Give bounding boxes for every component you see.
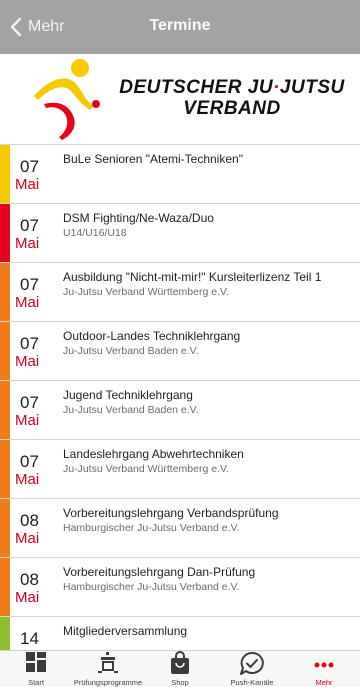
tab-shop[interactable]: Shop [144,651,216,687]
event-list-item[interactable]: 14MaiMitgliederversammlung [0,617,360,651]
event-organizer: Ju-Jutsu Verband Württemberg e.V. [63,463,229,475]
event-text: Outdoor-Landes Techniklehrgang Ju-Jutsu V… [63,329,342,357]
brand-wordmark: DEUTSCHER JU·JUTSU VERBAND [119,77,345,119]
event-day: 08 [20,511,39,530]
event-text: Landeslehrgang Abwehrtechniken Ju-Jutsu V… [63,447,342,475]
category-color-bar [0,440,10,498]
event-title: Vorbereitungslehrgang Dan-Prüfung [63,565,256,579]
event-organizer: Ju-Jutsu Verband Baden e.V. [63,345,199,357]
event-month: Mai [15,176,40,193]
shopping-bag-icon [171,651,189,674]
event-list-item[interactable]: 08 Mai Vorbereitungslehrgang Dan-Prüfung Ha… [0,558,360,617]
event-list-item[interactable]: 07 Mai DSM Fighting/Ne-Waza/Duo U14/U16/U18 [0,204,360,263]
tab-pruefungsprogramme[interactable]: Prüfungsprogramme [72,651,144,687]
category-color-bar [0,322,10,380]
category-color-bar [0,204,10,262]
event-list-item[interactable]: 07 Mai Outdoor-Landes Techniklehrgang Ju-Ju… [0,322,360,381]
event-month: Mai [15,471,40,488]
event-day: 07 [20,157,39,176]
event-title: DSM Fighting/Ne-Waza/Duo [63,211,214,225]
event-title: Vorbereitungslehrgang Verbandsprüfung [63,506,279,520]
event-month: Mai [15,412,40,429]
event-title: Landeslehrgang Abwehrtechniken [63,447,244,461]
event-organizer: Ju-Jutsu Verband Baden e.V. [63,404,199,416]
tab-mehr[interactable]: Mehr [288,651,360,687]
event-list-item[interactable]: 08 Mai Vorbereitungslehrgang Verbandsprüfu… [0,499,360,558]
event-title: Mitgliederversammlung [63,624,188,638]
event-day: 07 [20,275,39,294]
tab-bar: Start Prüfungsprogramme Shop Push-Kanäle… [0,650,360,687]
tab-push-kanaele[interactable]: Push-Kanäle [216,651,288,687]
event-list-item[interactable]: 07 Mai Ausbildung "Nicht-mit-mir!" Kurslei… [0,263,360,322]
event-text: Ausbildung "Nicht-mit-mir!" Kursleiterli… [63,270,342,298]
event-month: Mai [15,530,40,547]
category-color-bar [0,499,10,557]
tab-start[interactable]: Start [0,651,72,687]
event-list-item[interactable]: 07 Mai Landeslehrgang Abwehrtechniken Ju-Ju… [0,440,360,499]
brand-header: DEUTSCHER JU·JUTSU VERBAND [0,54,360,144]
event-organizer: Hamburgischer Ju-Jutsu Verband e.V. [63,522,240,534]
more-dots-icon [314,662,334,668]
event-title: Outdoor-Landes Techniklehrgang [63,329,241,343]
event-day: 07 [20,334,39,353]
event-month: Mai [15,235,40,252]
category-color-bar [0,263,10,321]
event-text: Jugend Techniklehrgang Ju-Jutsu Verband B… [63,388,342,416]
event-title: Jugend Techniklehrgang [63,388,193,402]
event-title: BuLe Senioren "Atemi-Techniken" [63,152,243,166]
category-color-bar [0,558,10,616]
event-organizer: Ju-Jutsu Verband Württemberg e.V. [63,286,229,298]
grid-icon [26,652,46,672]
event-month: Mai [15,353,40,370]
event-list-item[interactable]: 07 Mai Jugend Techniklehrgang Ju-Jutsu Verb… [0,381,360,440]
category-color-bar [0,381,10,439]
event-day: 07 [20,216,39,235]
event-organizer: Hamburgischer Ju-Jutsu Verband e.V. [63,581,240,593]
event-list-item[interactable]: 07 Mai BuLe Senioren "Atemi-Techniken" [0,145,360,204]
event-day: 08 [20,570,39,589]
event-title: Ausbildung "Nicht-mit-mir!" Kursleiterli… [63,270,322,284]
event-day: 07 [20,452,39,471]
event-text: Vorbereitungslehrgang Dan-Prüfung Hamburg… [63,565,342,593]
event-list: 07 Mai BuLe Senioren "Atemi-Techniken" 07 Ma… [0,144,360,651]
category-color-bar [0,617,10,651]
event-month: Mai [15,589,40,606]
event-day: 14 [20,629,39,648]
event-text: DSM Fighting/Ne-Waza/Duo U14/U16/U18 [63,211,342,239]
category-color-bar [0,145,10,203]
event-text: Vorbereitungslehrgang Verbandsprüfung Ham… [63,506,342,534]
navigation-bar: Mehr Termine [0,0,360,54]
event-month: Mai [15,294,40,311]
event-text: Mitgliederversammlung [63,624,342,638]
event-organizer: U14/U16/U18 [63,227,127,239]
page-title: Termine [149,17,211,34]
chat-check-icon [240,651,264,675]
djjv-logo [34,59,100,140]
dojo-icon [98,652,118,673]
event-text: BuLe Senioren "Atemi-Techniken" [63,152,342,166]
event-day: 07 [20,393,39,412]
